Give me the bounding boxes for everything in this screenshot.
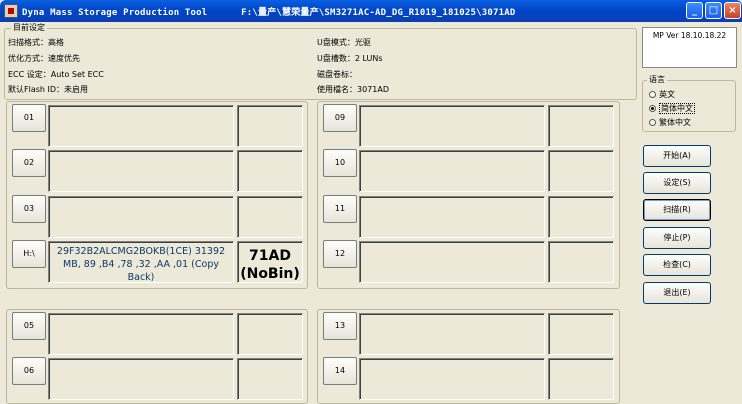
radio-selected-icon <box>649 105 656 112</box>
scan-format: 扫描格式：高格 <box>8 38 64 47</box>
port-button-04[interactable]: H:\ <box>12 240 46 268</box>
port-status-box-05 <box>237 313 303 355</box>
version-box: MP Ver 18.10.18.22 <box>642 27 737 68</box>
check-button[interactable]: 检查(C) <box>643 254 711 276</box>
port-info-box-01 <box>48 105 234 147</box>
port-button-14[interactable]: 14 <box>323 357 357 385</box>
scan-button[interactable]: 扫描(R) <box>643 199 711 221</box>
udisk-count: U盘槽数：2 LUNs <box>317 54 383 63</box>
default-flash-id: 默认Flash ID：未启用 <box>8 85 89 94</box>
port-info-box-04: 29F32B2ALCMG2BOKB(1CE) 31392 MB, 89 ,B4 … <box>48 241 234 283</box>
port-button-06[interactable]: 06 <box>12 357 46 385</box>
start-button[interactable]: 开始(A) <box>643 145 711 167</box>
app-icon <box>4 4 18 18</box>
port-status-box-12 <box>548 241 614 283</box>
udisk-mode: U盘模式：光驱 <box>317 38 371 47</box>
port-info-box-10 <box>359 150 545 192</box>
port-status-box-14 <box>548 358 614 400</box>
port-button-02[interactable]: 02 <box>12 149 46 177</box>
ecc-setting: ECC 设定：Auto Set ECC <box>8 70 104 79</box>
port-status-box-02 <box>237 150 303 192</box>
port-button-03[interactable]: 03 <box>12 195 46 223</box>
template-name: 使用檔名：3071AD <box>317 85 389 94</box>
port-button-05[interactable]: 05 <box>12 312 46 340</box>
radio-icon <box>649 91 656 98</box>
port-info-box-12 <box>359 241 545 283</box>
title-bar: Dyna Mass Storage Production Tool F:\量产\… <box>0 0 742 22</box>
stop-button[interactable]: 停止(P) <box>643 227 711 249</box>
disk-label: 磁盘卷标： <box>317 70 357 79</box>
port-button-13[interactable]: 13 <box>323 312 357 340</box>
port-info-box-03 <box>48 196 234 238</box>
port-status-box-11 <box>548 196 614 238</box>
port-status-box-06 <box>237 358 303 400</box>
minimize-button[interactable]: _ <box>686 2 703 19</box>
port-status-box-01 <box>237 105 303 147</box>
port-button-12[interactable]: 12 <box>323 240 357 268</box>
close-button[interactable]: × <box>724 2 741 19</box>
settings-button[interactable]: 设定(S) <box>643 172 711 194</box>
port-info-box-06 <box>48 358 234 400</box>
language-option-english[interactable]: 英文 <box>649 90 675 100</box>
port-status-box-04: 71AD (NoBin) <box>237 241 303 283</box>
radio-icon <box>649 119 656 126</box>
port-button-11[interactable]: 11 <box>323 195 357 223</box>
settings-group-label: 目前设定 <box>11 23 47 32</box>
language-group-label: 语言 <box>647 75 667 84</box>
port-status-box-13 <box>548 313 614 355</box>
maximize-button[interactable]: □ <box>705 2 722 19</box>
port-button-09[interactable]: 09 <box>323 104 357 132</box>
window-title: Dyna Mass Storage Production Tool F:\量产\… <box>22 8 516 18</box>
optimize-mode: 优化方式：速度优先 <box>8 54 80 63</box>
port-button-10[interactable]: 10 <box>323 149 357 177</box>
exit-button[interactable]: 退出(E) <box>643 282 711 304</box>
port-info-box-14 <box>359 358 545 400</box>
port-button-01[interactable]: 01 <box>12 104 46 132</box>
port-status-box-03 <box>237 196 303 238</box>
language-option-simplified[interactable]: 简体中文 <box>649 103 695 114</box>
port-info-box-02 <box>48 150 234 192</box>
port-status-box-09 <box>548 105 614 147</box>
language-option-traditional[interactable]: 繁体中文 <box>649 118 691 128</box>
port-info-box-13 <box>359 313 545 355</box>
port-info-box-11 <box>359 196 545 238</box>
port-info-box-09 <box>359 105 545 147</box>
port-info-box-05 <box>48 313 234 355</box>
port-status-box-10 <box>548 150 614 192</box>
